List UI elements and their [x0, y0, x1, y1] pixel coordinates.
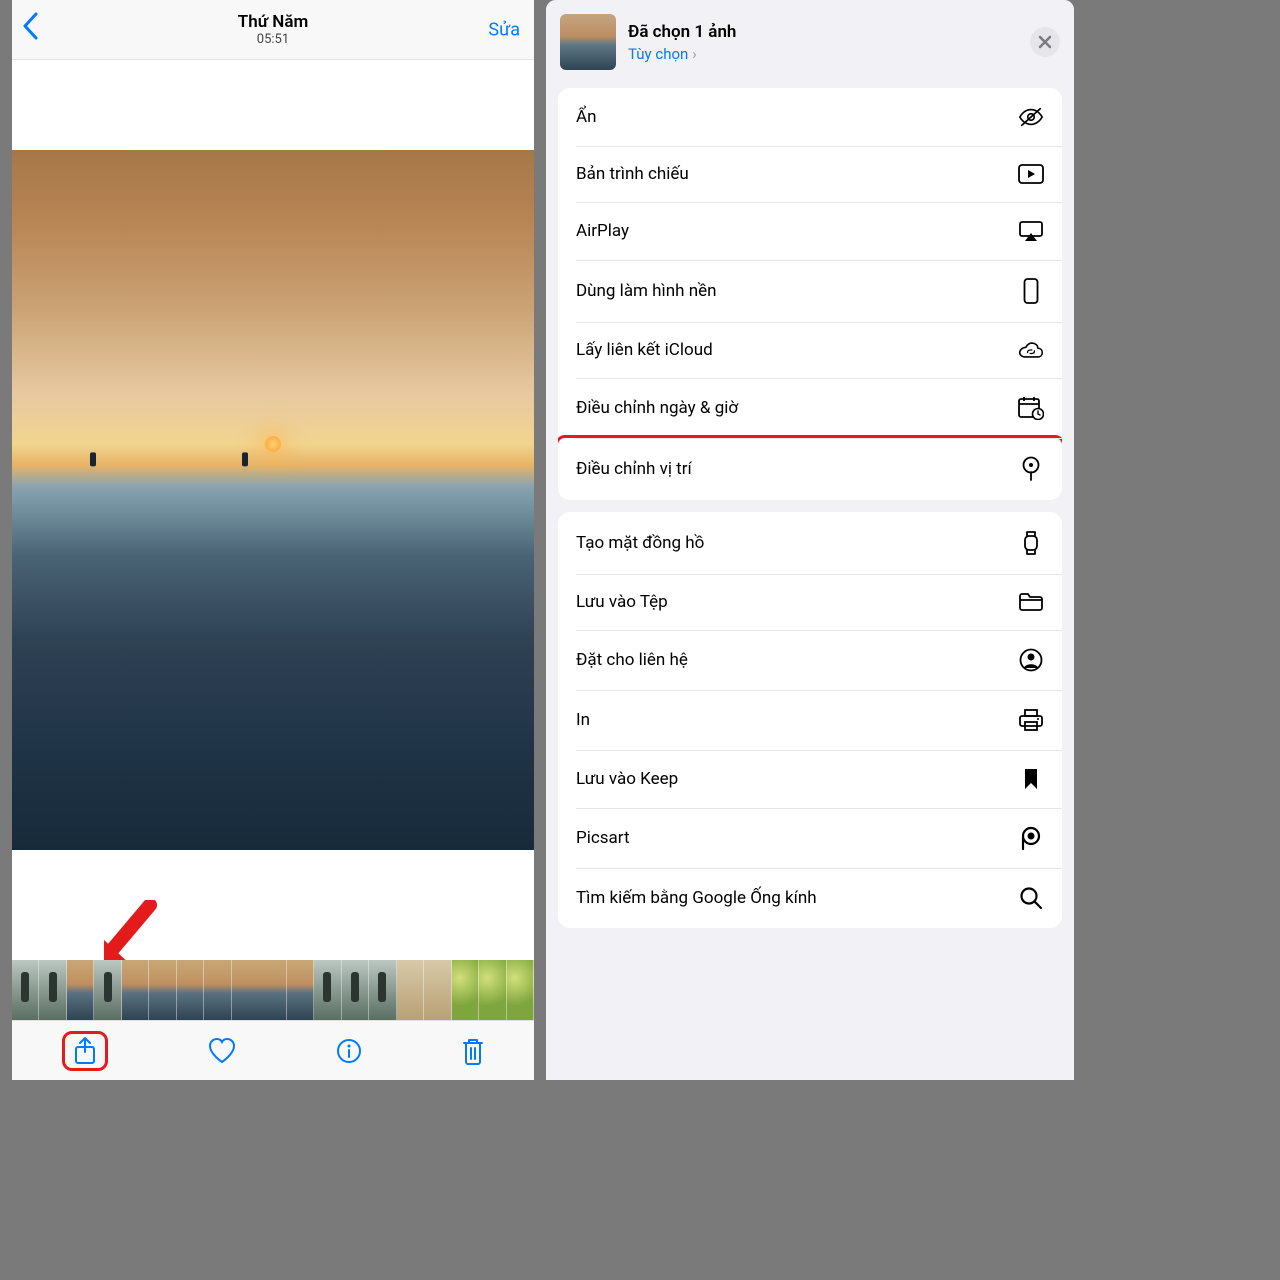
action-label: AirPlay	[576, 221, 1018, 241]
eye-slash-icon	[1018, 106, 1044, 128]
action-row-contact[interactable]: Đặt cho liên hệ	[558, 630, 1062, 690]
action-group-2: Tạo mặt đồng hồ Lưu vào Tệp Đặt cho liên h…	[558, 512, 1062, 928]
share-thumbnail	[560, 14, 616, 70]
airplay-icon	[1018, 220, 1044, 242]
main-photo	[12, 150, 534, 850]
action-label: Lưu vào Keep	[576, 769, 1018, 789]
action-label: Bản trình chiếu	[576, 164, 1018, 184]
action-row-phone[interactable]: Dùng làm hình nền	[558, 260, 1062, 322]
watch-icon	[1018, 530, 1044, 556]
chevron-right-icon: ›	[692, 45, 697, 63]
action-row-play-rect[interactable]: Bản trình chiếu	[558, 146, 1062, 202]
action-label: Ẩn	[576, 107, 1018, 127]
left-header: Thứ Năm 05:51 Sửa	[12, 0, 534, 60]
selection-title: Đã chọn 1 ảnh	[628, 21, 736, 43]
action-row-search[interactable]: Tìm kiếm bằng Google Ống kính	[558, 868, 1062, 928]
header-time: 05:51	[238, 32, 308, 48]
back-button[interactable]	[22, 12, 38, 48]
action-label: Lấy liên kết iCloud	[576, 340, 1018, 360]
bookmark-icon	[1018, 768, 1044, 790]
folder-icon	[1018, 592, 1044, 612]
photo-viewport[interactable]	[12, 60, 534, 850]
action-row-watch[interactable]: Tạo mặt đồng hồ	[558, 512, 1062, 574]
action-label: In	[576, 710, 1018, 730]
left-footer-toolbar	[12, 1020, 534, 1080]
action-row-printer[interactable]: In	[558, 690, 1062, 750]
location-pin-icon	[1018, 456, 1044, 482]
thumbnail-strip[interactable]	[12, 960, 534, 1020]
search-icon	[1018, 886, 1044, 910]
favorite-button[interactable]	[207, 1037, 237, 1065]
action-row-cloud-link[interactable]: Lấy liên kết iCloud	[558, 322, 1062, 378]
share-button[interactable]	[62, 1031, 108, 1071]
action-row-folder[interactable]: Lưu vào Tệp	[558, 574, 1062, 630]
options-button[interactable]: Tùy chọn›	[628, 45, 736, 63]
cloud-link-icon	[1018, 340, 1044, 360]
phone-icon	[1018, 278, 1044, 304]
action-label: Điều chỉnh vị trí	[576, 459, 1018, 479]
header-title-block: Thứ Năm 05:51	[238, 12, 308, 48]
action-label: Dùng làm hình nền	[576, 281, 1018, 301]
action-label: Đặt cho liên hệ	[576, 650, 1018, 670]
calendar-clock-icon	[1018, 396, 1044, 420]
share-sheet: Đã chọn 1 ảnh Tùy chọn› Ẩn Bản trình chiế…	[546, 0, 1074, 1080]
photo-detail-screen: Thứ Năm 05:51 Sửa	[12, 0, 534, 1080]
action-label: Tạo mặt đồng hồ	[576, 533, 1018, 553]
action-label: Picsart	[576, 828, 1018, 848]
action-row-picsart[interactable]: Picsart	[558, 808, 1062, 868]
action-label: Lưu vào Tệp	[576, 592, 1018, 612]
header-day: Thứ Năm	[238, 12, 308, 32]
action-label: Điều chỉnh ngày & giờ	[576, 398, 1018, 418]
close-button[interactable]	[1030, 27, 1060, 57]
delete-button[interactable]	[461, 1037, 485, 1065]
contact-icon	[1018, 648, 1044, 672]
play-rect-icon	[1018, 164, 1044, 184]
printer-icon	[1018, 708, 1044, 732]
action-row-bookmark[interactable]: Lưu vào Keep	[558, 750, 1062, 808]
share-sheet-header: Đã chọn 1 ảnh Tùy chọn›	[546, 0, 1074, 88]
action-row-location-pin[interactable]: Điều chỉnh vị trí	[558, 435, 1062, 500]
action-row-airplay[interactable]: AirPlay	[558, 202, 1062, 260]
picsart-icon	[1018, 826, 1044, 850]
action-row-eye-slash[interactable]: Ẩn	[558, 88, 1062, 146]
action-row-calendar-clock[interactable]: Điều chỉnh ngày & giờ	[558, 378, 1062, 438]
action-group-1: Ẩn Bản trình chiếu AirPlay Dùng làm hình nề…	[558, 88, 1062, 500]
action-label: Tìm kiếm bằng Google Ống kính	[576, 888, 1018, 908]
edit-button[interactable]: Sửa	[488, 19, 520, 40]
info-button[interactable]	[336, 1038, 362, 1064]
